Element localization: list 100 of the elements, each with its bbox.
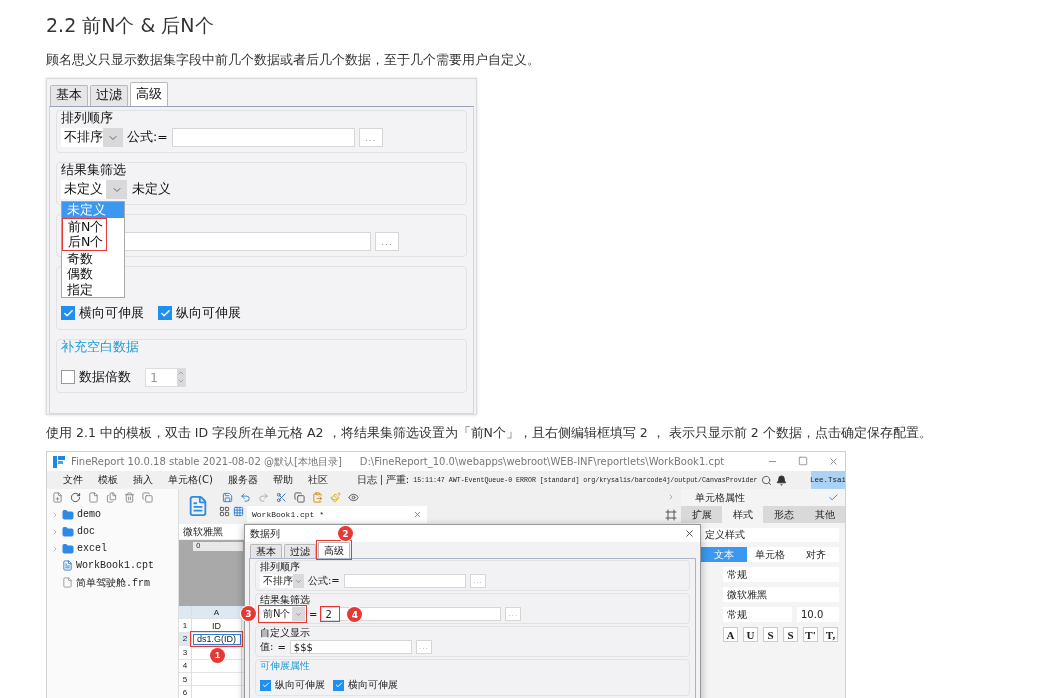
copy-icon[interactable] xyxy=(294,492,305,503)
brush-icon[interactable] xyxy=(330,492,341,503)
logo-icon xyxy=(53,455,65,468)
file-icon[interactable] xyxy=(88,492,99,503)
tree-item[interactable]: 简单驾驶舱.frm xyxy=(76,575,150,590)
group-title: 结果集筛选 xyxy=(61,163,127,177)
menu-item[interactable]: 单元格(C) xyxy=(168,473,213,487)
refresh-icon[interactable] xyxy=(70,492,81,503)
font-style-select[interactable]: 常规 xyxy=(723,607,792,622)
tab[interactable]: 基本 xyxy=(50,84,88,106)
bell-icon[interactable] xyxy=(776,474,788,486)
checkbox[interactable] xyxy=(333,679,344,691)
collapse-icon[interactable] xyxy=(667,493,675,501)
tab[interactable]: 过滤 xyxy=(90,84,128,106)
redo-icon[interactable] xyxy=(258,492,269,503)
menu-item[interactable]: 插入 xyxy=(133,473,153,487)
sort-select[interactable]: 不排序 xyxy=(61,128,123,147)
text-field[interactable]: $$$ xyxy=(289,640,412,654)
chevron-down-icon xyxy=(295,577,302,585)
trash-icon[interactable] xyxy=(124,492,135,503)
search-icon[interactable] xyxy=(761,474,773,486)
highlight-frame xyxy=(316,540,352,560)
tree-item[interactable]: excel xyxy=(77,543,107,554)
format-select[interactable]: 常规 xyxy=(723,567,839,582)
dialog-title: 数据列 xyxy=(250,526,280,541)
folder-icon xyxy=(62,542,74,555)
highlight-frame xyxy=(320,606,341,622)
value-field[interactable]: 2 4 xyxy=(321,607,502,621)
preview-icon[interactable] xyxy=(348,492,359,503)
menu-item[interactable]: 帮助 xyxy=(272,473,293,487)
step-badge: 3 xyxy=(241,606,256,621)
log-label[interactable]: 日志 xyxy=(356,473,377,487)
checkbox-label: 纵向可伸展 xyxy=(176,304,241,322)
format-button[interactable]: T' xyxy=(803,627,818,642)
format-button[interactable]: S xyxy=(783,627,798,642)
format-button[interactable]: S xyxy=(763,627,778,642)
font-select[interactable]: 微软雅黑 xyxy=(723,587,839,602)
tab[interactable]: 样式 xyxy=(722,506,763,523)
new-file-icon[interactable] xyxy=(52,492,63,503)
scissors-icon[interactable] xyxy=(276,492,287,503)
check-icon[interactable] xyxy=(828,492,839,503)
style-select[interactable]: 定义样式 xyxy=(701,528,839,542)
menu-item[interactable]: 模板 xyxy=(98,473,118,487)
tree-item[interactable]: demo xyxy=(77,509,101,520)
formula-field[interactable] xyxy=(343,574,466,588)
copy-icon[interactable] xyxy=(142,492,153,503)
group-title: 排列顺序 xyxy=(260,561,301,573)
tree-item[interactable]: doc xyxy=(77,526,95,537)
chevron-down-icon xyxy=(177,377,185,385)
menu-item[interactable]: 文件 xyxy=(63,473,83,487)
equals-label: = xyxy=(277,641,286,653)
checkbox-label: 横向可伸展 xyxy=(79,304,144,322)
formula-field[interactable] xyxy=(171,128,355,147)
paste-icon[interactable] xyxy=(312,492,323,503)
tab[interactable]: 高级 xyxy=(318,542,350,558)
tree-item[interactable]: WorkBook1.cpt xyxy=(76,560,154,571)
checkbox[interactable] xyxy=(260,679,271,691)
chevron-down-icon xyxy=(295,610,302,618)
tab[interactable]: 过滤 xyxy=(284,543,316,558)
menu-item[interactable]: 服务器 xyxy=(227,473,258,487)
document-icon[interactable] xyxy=(187,495,209,517)
document-tab[interactable]: WorkBook1.cpt * xyxy=(247,506,427,523)
tab[interactable]: 高级 xyxy=(130,82,168,106)
column-header[interactable]: A xyxy=(192,606,242,620)
checkbox[interactable] xyxy=(61,306,75,320)
undo-icon[interactable] xyxy=(240,492,251,503)
highlight-frame xyxy=(258,605,307,623)
table-icon[interactable] xyxy=(233,506,244,517)
group-title: 结果集筛选 xyxy=(260,594,311,606)
formula-label: 公式:= xyxy=(127,129,168,146)
window-title: FineReport 10.0.18 stable 2021-08-02 @默认[本地目录] xyxy=(71,454,342,469)
close-icon[interactable] xyxy=(413,510,422,519)
sort-select[interactable]: 不排序 xyxy=(260,574,304,588)
font-select[interactable]: 微软雅黑 xyxy=(179,524,244,539)
format-button[interactable]: A xyxy=(723,627,738,642)
filter-select[interactable]: 未定义 xyxy=(61,180,127,199)
row-number[interactable]: 3 xyxy=(179,646,192,660)
checkbox[interactable] xyxy=(61,370,75,384)
close-icon[interactable] xyxy=(684,528,695,539)
value-label: 值: xyxy=(260,640,274,654)
chevron-up-icon xyxy=(177,369,185,377)
tab[interactable]: 基本 xyxy=(250,543,282,558)
paragraph: 使用 2.1 中的模板，双击 ID 字段所在单元格 A2 ，将结果集筛选设置为「前N个」，且右侧编辑框填写 2 ， 表示只显示前 2 个数据，点击确定保存配置。 xyxy=(46,424,933,442)
save-icon[interactable] xyxy=(222,492,233,503)
section-heading: 2.2 前N个 & 后N个 xyxy=(46,13,215,38)
row-number[interactable]: 1 xyxy=(179,619,192,633)
font-size-select[interactable]: 10.0 xyxy=(797,607,839,622)
file-path: D:\FineReport_10.0\webapps\webroot\WEB-INF\reportlets\WorkBook1.cpt xyxy=(359,456,725,467)
panel-title: 单元格属性 xyxy=(695,490,745,505)
grid-icon[interactable] xyxy=(219,506,230,517)
checkbox[interactable] xyxy=(158,306,172,320)
filter-select[interactable]: 前N个 xyxy=(260,607,305,621)
format-button[interactable]: U xyxy=(743,627,758,642)
file-icon xyxy=(62,577,73,588)
maximize-icon[interactable] xyxy=(798,456,808,466)
files-icon[interactable] xyxy=(106,492,117,503)
step-badge: 4 xyxy=(347,607,363,622)
format-button[interactable]: T, xyxy=(823,627,838,642)
menu-item[interactable]: 社区 xyxy=(307,473,328,487)
formula-label: 公式:= xyxy=(308,574,340,588)
